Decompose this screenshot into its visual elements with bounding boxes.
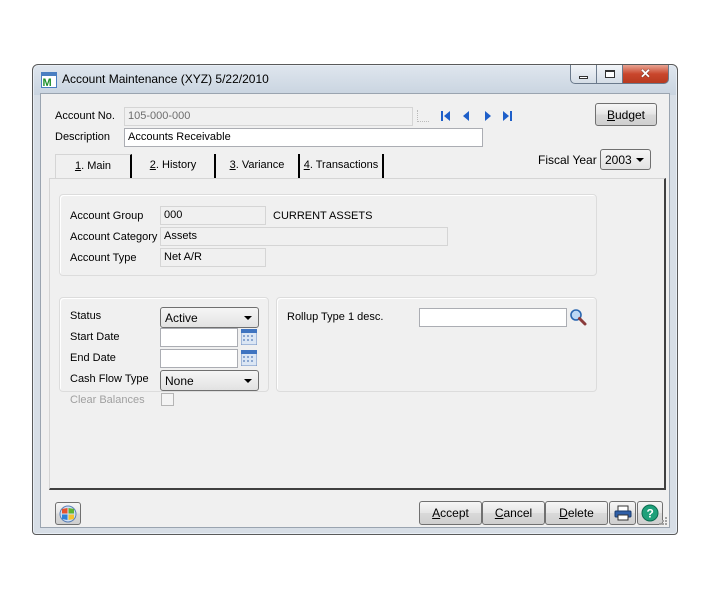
delete-mnemonic: D (559, 506, 568, 520)
svg-text:M: M (43, 77, 52, 88)
tab-variance-label: . Variance (235, 159, 285, 171)
calendar-icon[interactable] (241, 329, 257, 345)
cash-flow-type-value: None (165, 374, 194, 388)
accept-mnemonic: A (432, 506, 441, 520)
budget-button-text: udget (614, 107, 646, 122)
status-value: Active (165, 311, 198, 325)
main-tab-panel: Account Group 000 CURRENT ASSETS Account… (49, 178, 666, 490)
tab-transactions-label: . Transactions (309, 159, 379, 171)
title-bar[interactable]: M Account Maintenance (XYZ) 5/22/2010 ✕ (33, 65, 677, 93)
account-type-field: Net A/R (160, 248, 266, 267)
minimize-icon (579, 75, 588, 79)
app-icon: M (41, 72, 57, 88)
fiscal-year-label: Fiscal Year (538, 153, 597, 167)
window-title: Account Maintenance (XYZ) 5/22/2010 (62, 72, 269, 86)
first-record-icon[interactable] (441, 111, 450, 121)
accept-label: ccept (440, 506, 469, 520)
account-category-label: Account Category (70, 231, 158, 243)
calendar-icon[interactable] (241, 350, 257, 366)
account-no-field[interactable]: 105-000-000 (124, 107, 413, 126)
lookup-icon[interactable] (417, 110, 429, 122)
tab-transactions[interactable]: 4. Transactions (300, 154, 384, 178)
chevron-down-icon (244, 379, 252, 383)
help-icon: ? (641, 504, 659, 522)
description-label: Description (55, 131, 111, 143)
windows-logo-button[interactable] (55, 502, 81, 525)
delete-label: elete (567, 506, 594, 520)
maximize-icon (604, 70, 615, 78)
rollup-type-1-field[interactable] (419, 308, 567, 327)
budget-button-mnemonic: B (606, 107, 615, 122)
chevron-down-icon (244, 316, 252, 320)
account-info-group: Account Group 000 CURRENT ASSETS Account… (59, 194, 597, 276)
start-date-label: Start Date (70, 331, 120, 343)
cancel-mnemonic: C (494, 506, 504, 520)
tab-history-label: . History (155, 159, 197, 171)
maximize-button[interactable] (597, 65, 623, 84)
resize-grip-icon[interactable] (658, 516, 668, 526)
search-icon[interactable] (569, 308, 587, 326)
cash-flow-type-label: Cash Flow Type (70, 373, 149, 385)
last-record-icon[interactable] (503, 111, 512, 121)
end-date-label: End Date (70, 352, 116, 364)
clear-balances-label: Clear Balances (70, 394, 145, 406)
account-maintenance-window: M Account Maintenance (XYZ) 5/22/2010 ✕ … (32, 64, 678, 535)
clear-balances-checkbox[interactable] (161, 393, 174, 406)
chevron-down-icon (636, 158, 644, 162)
rollup-group: Rollup Type 1 desc. (276, 297, 597, 392)
tab-main[interactable]: 1. Main (55, 154, 132, 179)
account-type-label: Account Type (70, 252, 137, 264)
print-button[interactable] (609, 501, 636, 525)
record-navigation (441, 111, 512, 121)
description-field[interactable]: Accounts Receivable (124, 128, 483, 147)
client-area: Account No. 105-000-000 Budget Descripti… (40, 93, 670, 528)
printer-icon (614, 505, 631, 521)
account-category-field: Assets (160, 227, 448, 246)
windows-logo-icon (59, 505, 77, 522)
tab-variance[interactable]: 3. Variance (216, 154, 300, 178)
cancel-button[interactable]: Cancel (482, 501, 545, 525)
tab-history[interactable]: 2. History (132, 154, 216, 178)
cash-flow-type-select[interactable]: None (160, 370, 259, 391)
rollup-type-1-label: Rollup Type 1 desc. (287, 311, 384, 323)
previous-record-icon[interactable] (463, 111, 469, 121)
cancel-label: ancel (503, 506, 533, 520)
accept-button[interactable]: Accept (419, 501, 482, 525)
delete-button[interactable]: Delete (545, 501, 608, 525)
budget-button[interactable]: Budget (595, 103, 657, 126)
account-group-field: 000 (160, 206, 266, 225)
account-group-label: Account Group (70, 210, 144, 222)
next-record-icon[interactable] (485, 111, 491, 121)
end-date-field[interactable] (160, 349, 238, 368)
svg-text:?: ? (647, 507, 654, 521)
fiscal-year-select[interactable]: 2003 (600, 149, 651, 170)
status-group: Status Active Start Date End Date Cash F… (59, 297, 269, 406)
fiscal-year-value: 2003 (605, 153, 632, 167)
status-label: Status (70, 310, 102, 322)
account-no-label: Account No. (55, 110, 115, 122)
minimize-button[interactable] (570, 65, 597, 84)
start-date-field[interactable] (160, 328, 238, 347)
close-icon: ✕ (640, 66, 651, 81)
status-select[interactable]: Active (160, 307, 259, 328)
tab-main-label: . Main (81, 160, 112, 172)
close-button[interactable]: ✕ (623, 65, 669, 84)
account-group-description: CURRENT ASSETS (273, 210, 373, 222)
